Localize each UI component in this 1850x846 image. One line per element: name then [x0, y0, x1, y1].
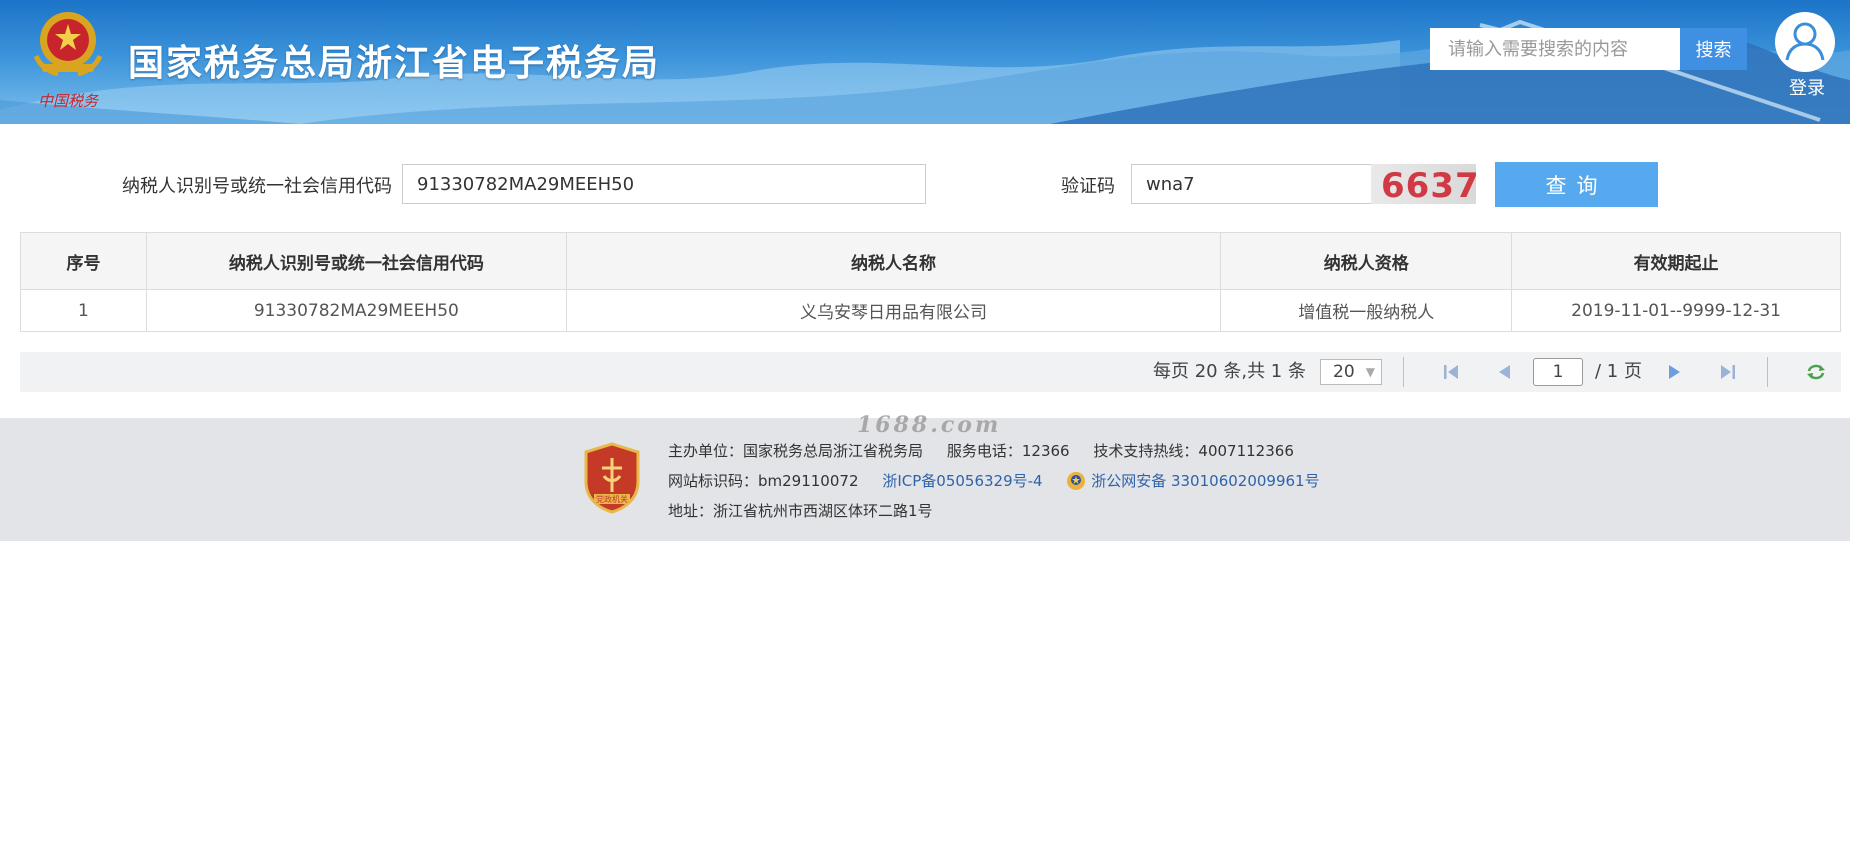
table-header-row: 序号 纳税人识别号或统一社会信用代码 纳税人名称 纳税人资格 有效期起止: [20, 232, 1841, 290]
cell-validity: 2019-11-01--9999-12-31: [1511, 289, 1841, 332]
police-badge-icon: [1067, 472, 1086, 490]
site-title: 国家税务总局浙江省电子税务局: [128, 43, 661, 84]
current-page-input[interactable]: 1: [1533, 358, 1583, 386]
user-icon: [1785, 22, 1825, 61]
watermark: 1688.com: [857, 412, 1002, 438]
icp-link[interactable]: 浙ICP备05056329号-4: [882, 472, 1042, 490]
taxpayer-id-input[interactable]: [402, 164, 926, 204]
footer-address: 地址：浙江省杭州市西湖区体环二路1号: [668, 502, 933, 520]
refresh-icon[interactable]: [1805, 362, 1827, 382]
search-input[interactable]: [1430, 28, 1680, 70]
search-button[interactable]: 搜索: [1680, 28, 1747, 70]
national-emblem-icon: 中国税务: [33, 12, 103, 110]
footer-site-code: 网站标识码：bm29110072: [668, 472, 859, 490]
pagination-bar: 每页 20 条,共 1 条 20 ▼ 1 / 1 页: [20, 352, 1841, 392]
col-header-validity: 有效期起止: [1511, 232, 1841, 290]
prev-page-icon[interactable]: [1494, 362, 1516, 382]
footer-line-1: 主办单位：国家税务总局浙江省税务局 服务电话：12366 技术支持热线：4007…: [668, 440, 1294, 461]
last-page-icon[interactable]: [1717, 362, 1739, 382]
footer-line-2: 网站标识码：bm29110072 浙ICP备05056329号-4 浙公网安备 …: [668, 470, 1320, 491]
page-size-value: 20: [1333, 362, 1355, 382]
cell-taxpayer-name: 义乌安琴日用品有限公司: [565, 289, 1222, 332]
pager-divider: [1403, 357, 1404, 387]
table-row: 1 91330782MA29MEEH50 义乌安琴日用品有限公司 增值税一般纳税…: [20, 289, 1841, 332]
site-header: 中国税务 国家税务总局浙江省电子税务局 搜索 登录: [0, 0, 1850, 124]
query-button[interactable]: 查询: [1495, 162, 1658, 207]
captcha-image-text: 6637: [1381, 166, 1480, 206]
first-page-icon[interactable]: [1440, 362, 1462, 382]
svg-text:中国税务: 中国税务: [38, 92, 100, 110]
col-header-taxpayer-name: 纳税人名称: [565, 232, 1222, 290]
cell-taxpayer-id: 91330782MA29MEEH50: [145, 289, 567, 332]
police-record-link[interactable]: 浙公网安备 33010602009961号: [1091, 472, 1319, 490]
user-avatar: [1775, 12, 1835, 72]
cell-index: 1: [20, 289, 147, 332]
svg-text:党政机关: 党政机关: [596, 494, 628, 504]
col-header-qualification: 纳税人资格: [1220, 232, 1513, 290]
captcha-image[interactable]: 6637: [1371, 164, 1479, 206]
total-pages: / 1 页: [1595, 361, 1642, 382]
results-table: 序号 纳税人识别号或统一社会信用代码 纳税人名称 纳税人资格 有效期起止 1 9…: [20, 232, 1841, 332]
party-government-badge-icon[interactable]: 党政机关: [582, 442, 642, 514]
cell-qualification: 增值税一般纳税人: [1220, 289, 1513, 332]
chevron-down-icon: ▼: [1365, 365, 1375, 379]
footer-sponsor: 主办单位：国家税务总局浙江省税务局: [668, 442, 924, 460]
footer-tech-hotline: 技术支持热线：4007112366: [1093, 442, 1294, 460]
next-page-icon[interactable]: [1663, 362, 1685, 382]
login-button[interactable]: 登录: [1775, 12, 1839, 100]
footer-service-phone: 服务电话：12366: [946, 442, 1070, 460]
captcha-label: 验证码: [1061, 176, 1115, 197]
pagination-summary: 每页 20 条,共 1 条: [1153, 361, 1306, 382]
taxpayer-id-label: 纳税人识别号或统一社会信用代码: [122, 176, 392, 197]
col-header-index: 序号: [20, 232, 147, 290]
page-size-select[interactable]: 20 ▼: [1320, 359, 1382, 385]
col-header-taxpayer-id: 纳税人识别号或统一社会信用代码: [145, 232, 567, 290]
pager-divider: [1767, 357, 1768, 387]
login-label: 登录: [1789, 78, 1825, 99]
